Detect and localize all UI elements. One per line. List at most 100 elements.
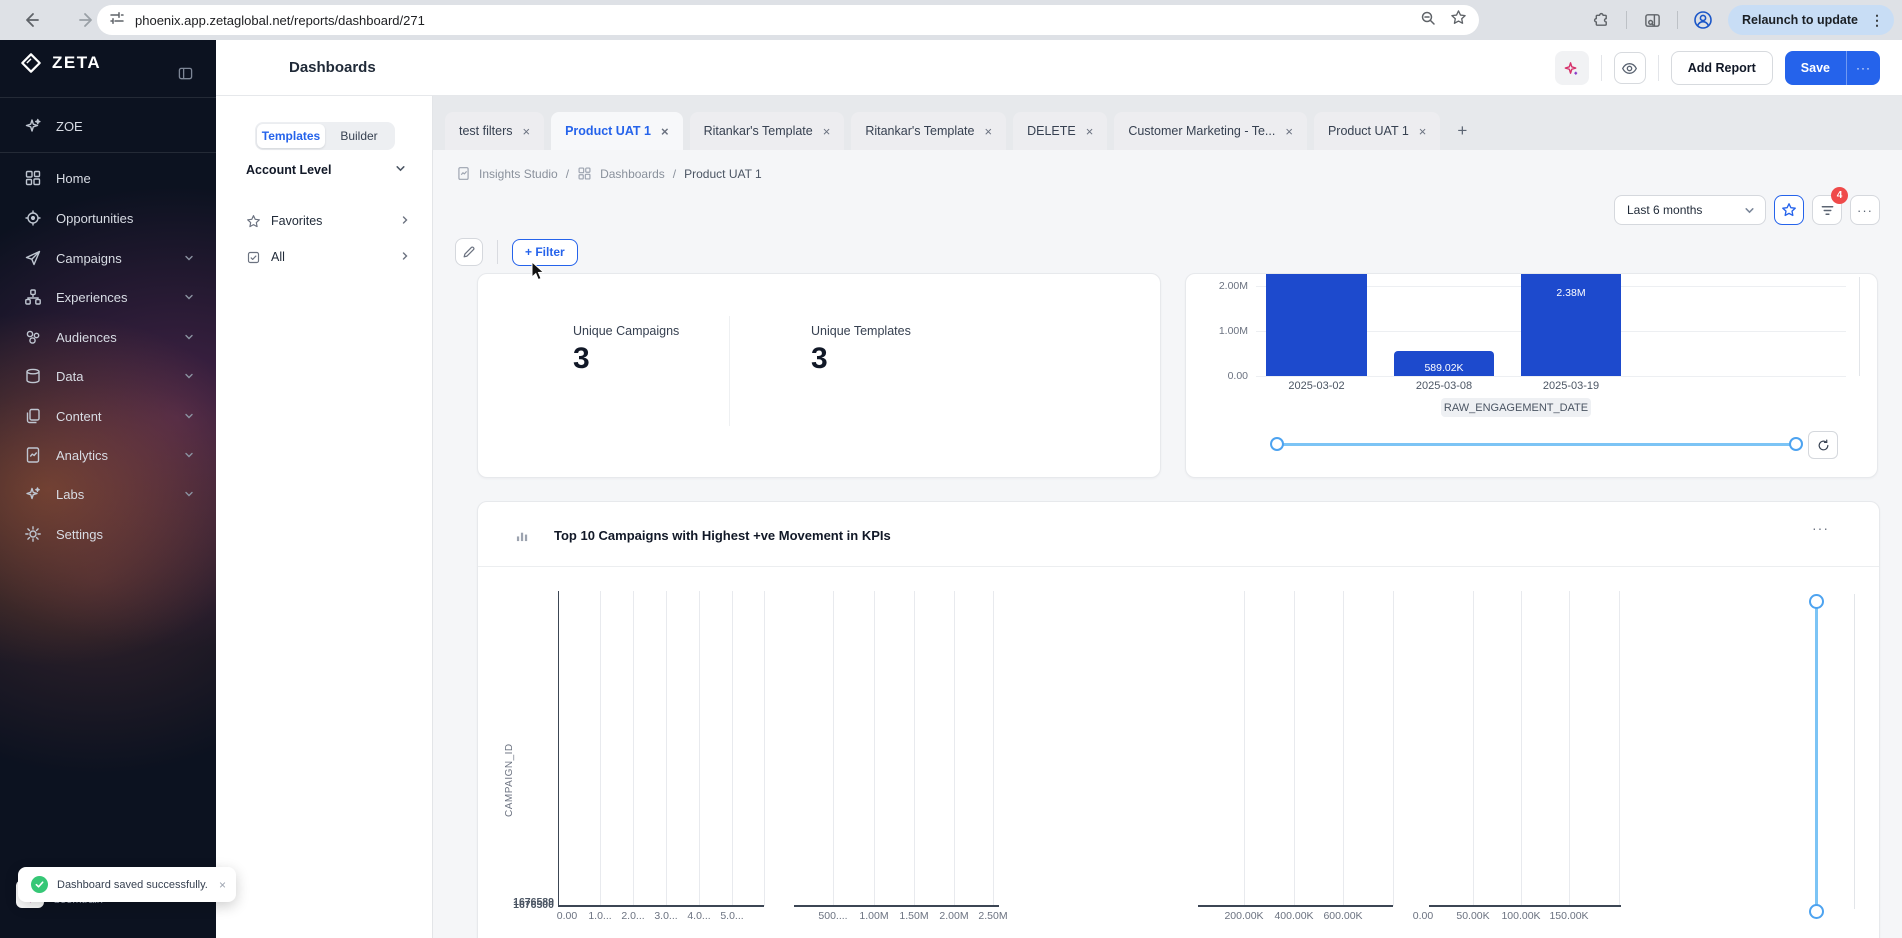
slider-handle-top[interactable] — [1809, 594, 1824, 609]
address-bar[interactable]: phoenix.app.zetaglobal.net/reports/dashb… — [97, 5, 1479, 35]
sidebar-item-analytics[interactable]: Analytics — [0, 435, 216, 475]
refresh-button[interactable] — [1808, 431, 1838, 459]
dashboard-tab[interactable]: Ritankar's Template × — [851, 112, 1006, 150]
close-icon[interactable]: × — [1086, 124, 1094, 139]
dashboard-tab[interactable]: Customer Marketing - Te...× — [1114, 112, 1307, 150]
chart-title-row: Top 10 Campaigns with Highest +ve Moveme… — [478, 502, 1879, 566]
tab-label: Ritankar's Template — [865, 124, 974, 138]
breadcrumb-dashboards[interactable]: Dashboards — [600, 167, 665, 181]
gridline — [633, 591, 634, 906]
chevron-down-icon[interactable] — [184, 448, 194, 463]
card-more-icon[interactable]: ··· — [1812, 520, 1829, 536]
date-range-select[interactable]: Last 6 months — [1614, 195, 1766, 225]
account-level-section[interactable]: Account Level — [246, 158, 406, 182]
sidebar-item-audiences[interactable]: Audiences — [0, 317, 216, 357]
tab-label: DELETE — [1027, 124, 1076, 138]
url-text[interactable]: phoenix.app.zetaglobal.net/reports/dashb… — [135, 13, 1420, 28]
toast-close-icon[interactable]: × — [219, 878, 226, 892]
dashboard-tab[interactable]: DELETE × — [1013, 112, 1107, 150]
close-icon[interactable]: × — [1285, 124, 1293, 139]
sidebar-item-label: Content — [56, 409, 102, 424]
favorite-star-button[interactable] — [1774, 195, 1804, 225]
breadcrumb-insights-studio[interactable]: Insights Studio — [479, 167, 558, 181]
chevron-right-icon[interactable] — [400, 214, 410, 228]
sidebar-item-all[interactable]: All — [246, 245, 410, 269]
dashboard-tab[interactable]: Ritankar's Template × — [690, 112, 845, 150]
gridline — [1569, 591, 1570, 906]
dashboard-content: Insights Studio / Dashboards / Product U… — [433, 150, 1902, 938]
dashboard-tab[interactable]: test filters× — [445, 112, 544, 150]
tab-templates[interactable]: Templates — [257, 124, 325, 148]
gridline — [914, 591, 915, 906]
close-icon[interactable]: × — [661, 124, 669, 139]
gridline — [1473, 591, 1474, 906]
side-panel-icon[interactable] — [1635, 3, 1669, 37]
mouse-cursor — [531, 261, 546, 287]
close-icon[interactable]: × — [1419, 124, 1427, 139]
x-tick: 5.0... — [720, 910, 743, 922]
dashboard-tab-active[interactable]: Product UAT 1× — [551, 112, 682, 150]
close-icon[interactable]: × — [523, 124, 531, 139]
vertical-zoom-slider[interactable] — [1815, 601, 1818, 911]
top10-campaigns-card[interactable]: Top 10 Campaigns with Highest +ve Moveme… — [477, 501, 1880, 938]
x-tick: 400.00K — [1274, 910, 1313, 922]
preview-eye-button[interactable] — [1614, 52, 1646, 84]
gridline — [732, 591, 733, 906]
gridline — [1343, 591, 1344, 906]
zoe-assistant-button[interactable] — [1555, 51, 1589, 85]
x-tick: 150.00K — [1549, 910, 1588, 922]
dashboard-tab[interactable]: Product UAT 1× — [1314, 112, 1440, 150]
zoom-slider-track[interactable] — [1277, 443, 1796, 446]
profile-icon[interactable] — [1686, 3, 1720, 37]
save-button[interactable]: Save — [1785, 61, 1846, 75]
sidebar-item-content[interactable]: Content — [0, 396, 216, 436]
x-axis-category: 2025-03-08 — [1394, 380, 1494, 392]
relaunch-to-update-button[interactable]: Relaunch to update ⋮ — [1728, 5, 1894, 35]
save-more-icon[interactable]: ··· — [1847, 61, 1880, 75]
sidebar-item-labs[interactable]: Labs — [0, 474, 216, 514]
chevron-down-icon[interactable] — [184, 369, 194, 384]
slider-handle-right[interactable] — [1789, 437, 1803, 451]
close-icon[interactable]: × — [984, 124, 992, 139]
chevron-down-icon[interactable] — [184, 330, 194, 345]
sidebar-item-experiences[interactable]: Experiences — [0, 277, 216, 317]
extensions-icon[interactable] — [1584, 3, 1618, 37]
sidebar-item-settings[interactable]: Settings — [0, 514, 216, 554]
tab-builder[interactable]: Builder — [325, 124, 393, 148]
chevron-down-icon[interactable] — [395, 163, 406, 177]
add-report-button[interactable]: Add Report — [1671, 51, 1773, 85]
chevron-down-icon[interactable] — [184, 487, 194, 502]
edit-dashboard-button[interactable] — [455, 238, 483, 266]
sidebar-item-campaigns[interactable]: Campaigns — [0, 238, 216, 278]
sidebar-item-home[interactable]: Home — [0, 158, 216, 198]
slider-handle-bottom[interactable] — [1809, 904, 1824, 919]
bookmark-star-icon[interactable] — [1450, 9, 1467, 31]
tab-label: Ritankar's Template — [704, 124, 813, 138]
vertical-slider-track[interactable] — [1859, 277, 1860, 376]
breadcrumb-separator: / — [673, 167, 676, 181]
summary-stats-card[interactable]: Unique Campaigns 3 Unique Templates 3 — [477, 273, 1161, 478]
browser-menu-icon[interactable]: ⋮ — [1866, 12, 1888, 29]
chevron-right-icon[interactable] — [400, 250, 410, 264]
more-options-button[interactable]: ··· — [1850, 195, 1880, 225]
engagement-bar-chart-card[interactable]: 2.00M 1.00M 0.00 589.02K 2.38M 2025-03-0… — [1185, 273, 1878, 478]
bar-2025-03-02[interactable] — [1266, 274, 1367, 376]
slider-handle-left[interactable] — [1270, 437, 1284, 451]
sidebar-item-zoe[interactable]: ZOE — [0, 106, 216, 146]
close-icon[interactable]: × — [823, 124, 831, 139]
gridline — [1294, 591, 1295, 906]
zoom-icon[interactable] — [1420, 10, 1436, 31]
browser-back-button[interactable] — [14, 3, 48, 37]
sidebar-collapse-icon[interactable] — [178, 66, 193, 86]
chevron-down-icon[interactable] — [184, 290, 194, 305]
save-split-button[interactable]: Save ··· — [1785, 51, 1880, 85]
sidebar-item-opportunities[interactable]: Opportunities — [0, 198, 216, 238]
toolbar-divider — [1677, 11, 1678, 29]
sidebar-item-favorites[interactable]: Favorites — [246, 209, 410, 233]
sidebar-item-data[interactable]: Data — [0, 356, 216, 396]
filters-button[interactable]: 4 — [1812, 195, 1842, 225]
chevron-down-icon[interactable] — [184, 251, 194, 266]
site-settings-icon[interactable] — [109, 10, 125, 31]
add-tab-button[interactable]: + — [1447, 116, 1477, 146]
chevron-down-icon[interactable] — [184, 409, 194, 424]
